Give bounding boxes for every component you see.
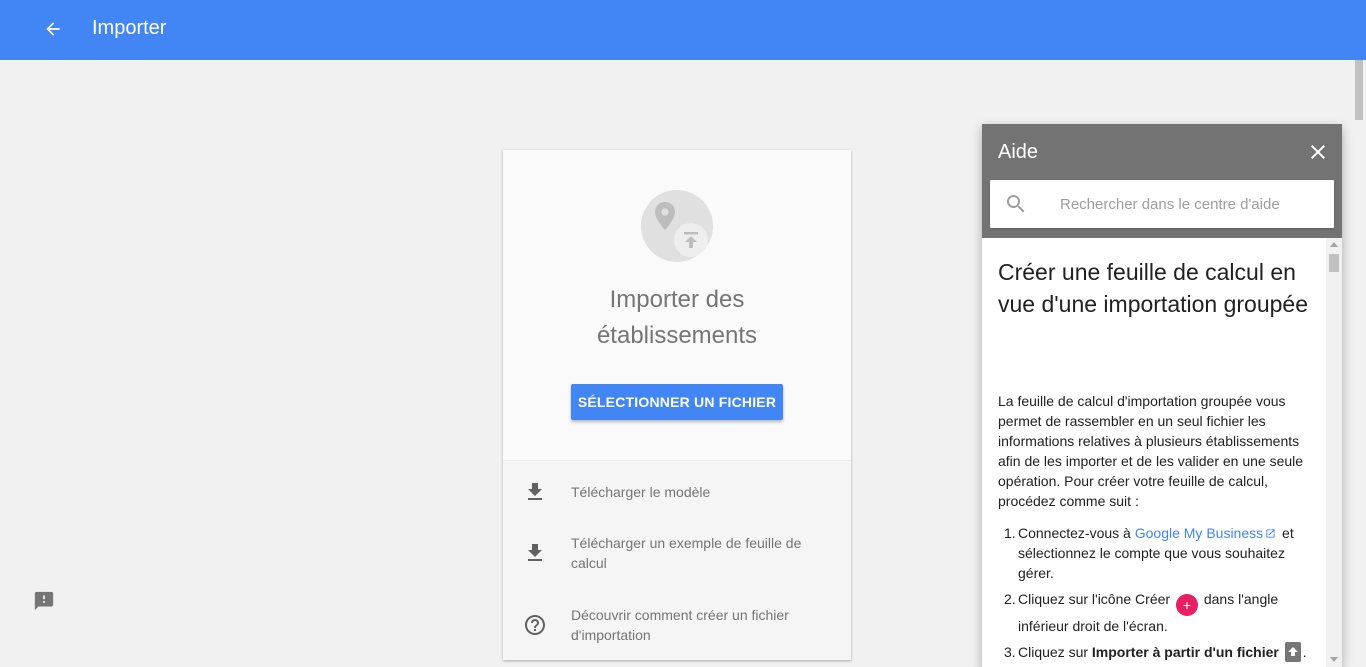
help-header: Aide xyxy=(982,124,1342,238)
download-template-label: Télécharger le modèle xyxy=(571,484,711,500)
card-title-line1: Importer des xyxy=(609,286,745,313)
google-my-business-link[interactable]: Google My Business xyxy=(1135,525,1263,541)
card-links-section: Télécharger le modèle Télécharger un exe… xyxy=(503,460,851,660)
help-panel: Aide Créer une feuille de calcul en vue … xyxy=(982,124,1342,667)
article-title: Créer une feuille de calcul en vue d'une… xyxy=(998,259,1308,317)
list-item: 2. Cliquez sur l'icône Créer + dans l'an… xyxy=(1004,591,1279,634)
download-example-link[interactable]: Télécharger un exemple de feuille de cal… xyxy=(503,533,851,573)
card-title: Importer des établissements xyxy=(503,282,851,354)
download-icon xyxy=(523,480,547,504)
top-app-bar: Importer xyxy=(0,0,1366,60)
card-title-line2: établissements xyxy=(596,322,758,349)
download-template-link[interactable]: Télécharger le modèle xyxy=(503,477,851,507)
learn-import-label: Découvrir comment créer un fichier d'imp… xyxy=(571,607,789,643)
select-file-button[interactable]: SÉLECTIONNER UN FICHIER xyxy=(571,384,783,420)
learn-import-link[interactable]: Découvrir comment créer un fichier d'imp… xyxy=(503,605,851,645)
page-title: Importer xyxy=(92,17,167,39)
help-search-input[interactable] xyxy=(1060,192,1320,216)
download-icon xyxy=(523,541,547,565)
list-item: 1. Connectez-vous à Google My Business e… xyxy=(1004,524,1294,581)
help-circle-icon xyxy=(523,613,547,637)
external-link-icon xyxy=(1265,524,1276,538)
article-intro: La feuille de calcul d'importation group… xyxy=(998,393,1304,509)
help-scrollbar-thumb[interactable] xyxy=(1329,254,1339,272)
download-example-label: Télécharger un exemple de feuille de cal… xyxy=(571,535,802,571)
article-steps: 1. Connectez-vous à Google My Business e… xyxy=(998,523,1314,667)
import-illustration-icon xyxy=(641,190,713,262)
back-arrow-icon[interactable] xyxy=(38,14,68,44)
search-icon[interactable] xyxy=(1004,192,1028,216)
scroll-up-arrow-icon[interactable] xyxy=(1330,242,1338,247)
help-scrollbar[interactable] xyxy=(1326,238,1342,667)
help-title: Aide xyxy=(998,141,1039,163)
import-file-icon xyxy=(1284,642,1301,662)
list-item: 3. Cliquez sur Importer à partir d'un fi… xyxy=(1004,642,1307,662)
help-search-box xyxy=(990,180,1334,228)
import-card: Importer des établissements SÉLECTIONNER… xyxy=(503,150,851,660)
feedback-icon[interactable] xyxy=(33,590,55,612)
scroll-down-arrow-icon[interactable] xyxy=(1330,657,1338,662)
page-scrollbar[interactable] xyxy=(1352,60,1366,667)
page-scrollbar-thumb[interactable] xyxy=(1355,60,1363,120)
create-plus-icon: + xyxy=(1175,594,1198,616)
close-icon[interactable] xyxy=(1306,140,1330,164)
help-article: Créer une feuille de calcul en vue d'une… xyxy=(982,238,1342,667)
